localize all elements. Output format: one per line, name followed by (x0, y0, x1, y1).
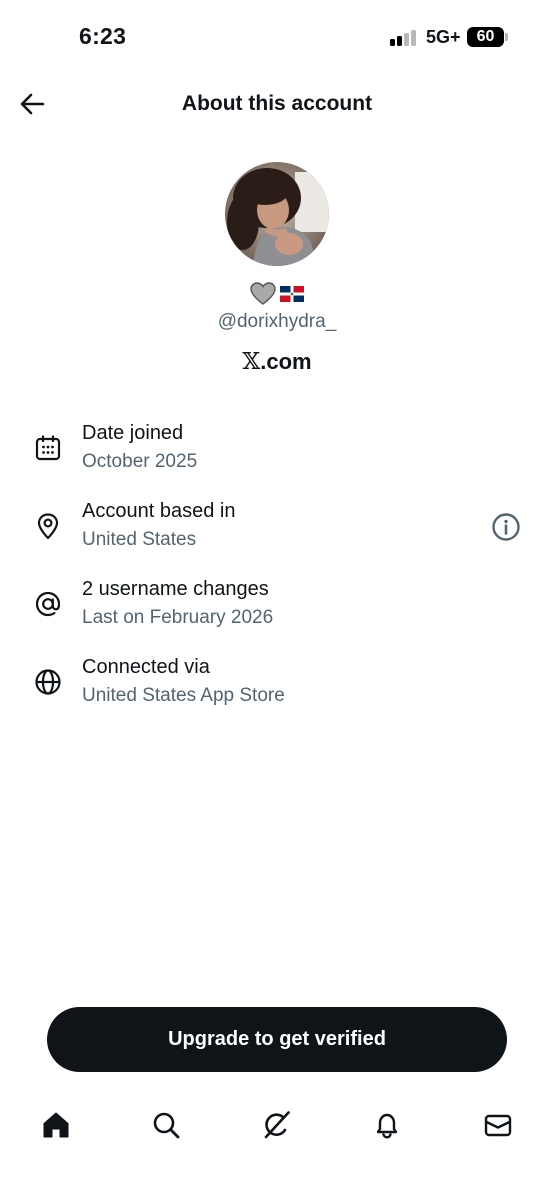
info-title: 2 username changes (82, 578, 269, 600)
nav-home[interactable] (39, 1108, 73, 1142)
info-subtitle: October 2025 (82, 451, 198, 472)
username-handle: @dorixhydra_ (217, 311, 337, 332)
calendar-icon (35, 435, 61, 461)
bottom-nav (0, 1100, 554, 1150)
gray-heart-icon (250, 282, 276, 305)
nav-notifications[interactable] (370, 1108, 404, 1142)
status-bar: 6:23 5G+ 60 (0, 0, 554, 75)
search-icon (153, 1112, 180, 1139)
battery-level: 60 (467, 27, 504, 47)
info-row-account-based-in: Account based in United States (0, 488, 554, 558)
avatar[interactable] (225, 162, 329, 266)
info-row-date-joined: Date joined October 2025 (0, 410, 554, 480)
display-name (0, 281, 554, 307)
info-subtitle: Last on February 2026 (82, 607, 274, 628)
info-title: Account based in (82, 500, 236, 522)
network-type: 5G+ (426, 27, 461, 47)
site-label-text: .com (260, 349, 312, 374)
grok-icon (264, 1111, 290, 1139)
nav-search[interactable] (149, 1108, 183, 1142)
status-time: 6:23 (79, 23, 127, 49)
account-location-info-button[interactable] (490, 511, 522, 543)
x-logo: 𝕏 (242, 349, 261, 375)
header: About this account (0, 76, 554, 134)
nav-messages[interactable] (481, 1108, 515, 1142)
site-label: 𝕏.com (0, 349, 554, 375)
info-title: Connected via (82, 656, 210, 678)
info-icon (492, 513, 520, 541)
cellular-signal-icon (390, 30, 420, 46)
globe-icon (35, 669, 61, 695)
home-icon (43, 1112, 69, 1138)
at-sign-icon (35, 591, 61, 617)
nav-grok[interactable] (260, 1108, 294, 1142)
dominican-republic-flag-icon (280, 286, 304, 302)
info-row-connected-via: Connected via United States App Store (0, 644, 554, 714)
info-subtitle: United States (82, 529, 197, 550)
notifications-bell-icon (376, 1113, 398, 1139)
upgrade-to-get-verified-button[interactable]: Upgrade to get verified (47, 1007, 507, 1072)
location-pin-icon (37, 513, 59, 540)
info-title: Date joined (82, 422, 184, 444)
page-title: About this account (181, 92, 373, 115)
messages-envelope-icon (484, 1114, 512, 1137)
info-subtitle: United States App Store (82, 685, 285, 706)
battery-icon: 60 (467, 27, 508, 47)
info-row-username-changes: 2 username changes Last on February 2026 (0, 566, 554, 636)
